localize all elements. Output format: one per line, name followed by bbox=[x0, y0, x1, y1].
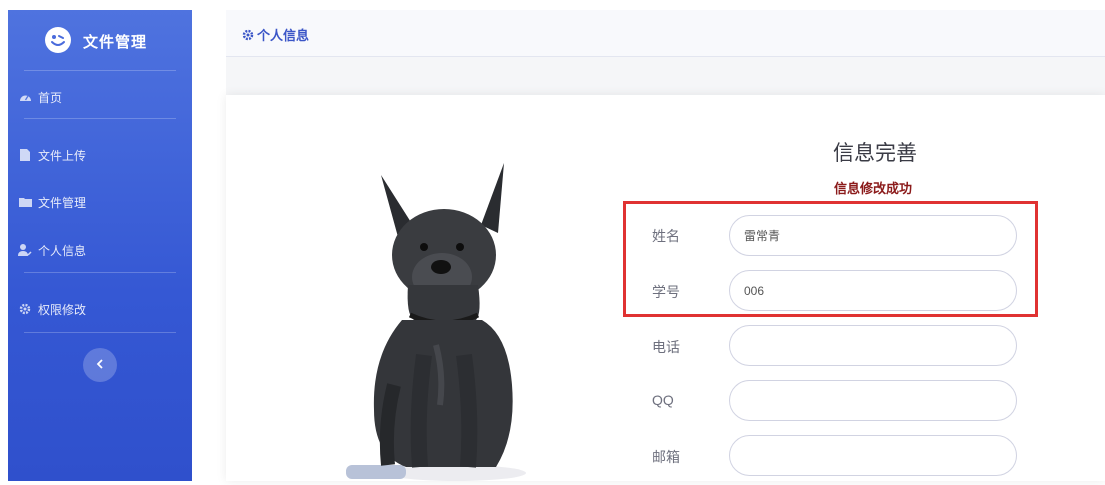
sidebar-item-label: 个人信息 bbox=[38, 243, 87, 258]
qq-label: QQ bbox=[652, 392, 674, 408]
sidebar: 文件管理 首页 文件上传 文件管理 个人信息 权限修改 bbox=[8, 10, 192, 481]
sidebar-item-label: 权限修改 bbox=[38, 302, 87, 317]
sidebar-divider bbox=[24, 272, 176, 273]
email-label: 邮箱 bbox=[652, 449, 680, 465]
success-message: 信息修改成功 bbox=[834, 181, 913, 196]
phone-label: 电话 bbox=[652, 339, 680, 355]
sidebar-item-permissions[interactable]: 权限修改 bbox=[18, 299, 86, 319]
folder-icon bbox=[18, 195, 32, 209]
page-title-text: 个人信息 bbox=[257, 28, 310, 43]
topbar: 个人信息 bbox=[226, 10, 1105, 57]
sidebar-brand[interactable]: 文件管理 bbox=[8, 10, 192, 71]
sidebar-item-label: 首页 bbox=[38, 90, 63, 105]
smiley-icon bbox=[45, 27, 71, 53]
gear-icon bbox=[242, 29, 254, 41]
sidebar-toggle-button[interactable] bbox=[83, 348, 117, 382]
file-icon bbox=[18, 148, 32, 162]
dashboard-icon bbox=[18, 90, 32, 104]
highlight-annotation bbox=[623, 201, 1038, 317]
sidebar-item-file-upload[interactable]: 文件上传 bbox=[18, 145, 86, 165]
sidebar-item-label: 文件管理 bbox=[38, 195, 87, 210]
brand-title: 文件管理 bbox=[83, 34, 148, 51]
sidebar-item-home[interactable]: 首页 bbox=[18, 87, 62, 107]
sidebar-divider bbox=[24, 70, 176, 71]
gear-icon bbox=[18, 302, 32, 316]
sidebar-item-personal-info[interactable]: 个人信息 bbox=[18, 240, 86, 260]
sidebar-divider bbox=[24, 332, 176, 333]
sidebar-divider bbox=[24, 118, 176, 119]
qq-field[interactable] bbox=[729, 380, 1017, 421]
phone-field[interactable] bbox=[729, 325, 1017, 366]
user-icon bbox=[18, 243, 32, 257]
sidebar-item-label: 文件上传 bbox=[38, 148, 87, 163]
sidebar-item-file-management[interactable]: 文件管理 bbox=[18, 192, 86, 212]
dog-photo bbox=[346, 163, 526, 481]
content-spacer bbox=[226, 57, 1105, 95]
email-field[interactable] bbox=[729, 435, 1017, 476]
chevron-left-icon bbox=[96, 356, 104, 374]
page-title: 个人信息 bbox=[242, 25, 309, 44]
form-title: 信息完善 bbox=[833, 142, 917, 165]
